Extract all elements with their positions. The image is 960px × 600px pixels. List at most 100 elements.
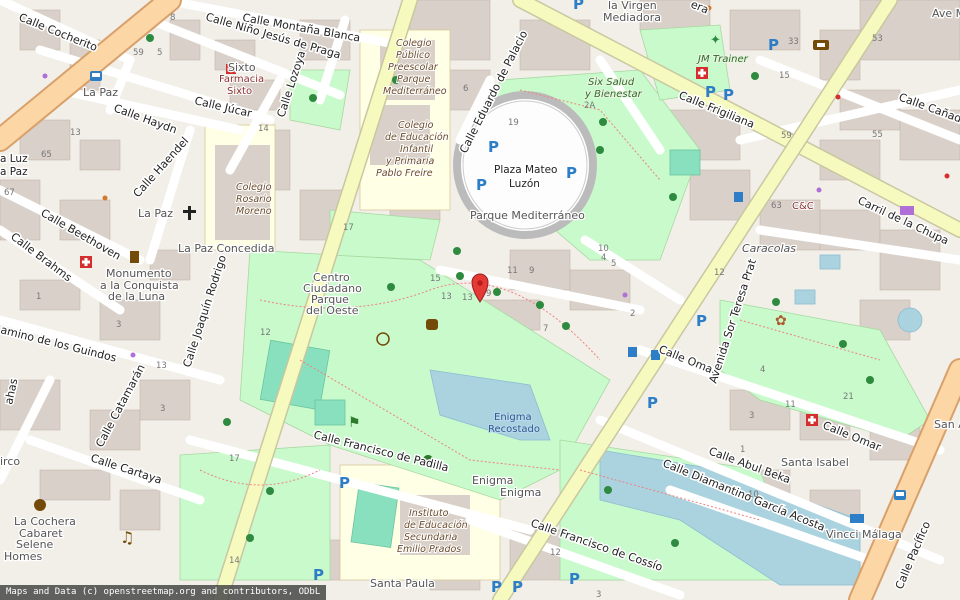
svg-text:2: 2 bbox=[630, 309, 635, 319]
svg-text:P: P bbox=[488, 138, 499, 156]
svg-text:P: P bbox=[339, 474, 350, 492]
poi-label: del Oeste bbox=[306, 304, 359, 317]
svg-text:4: 4 bbox=[760, 365, 765, 375]
svg-text:P: P bbox=[696, 312, 707, 330]
svg-text:55: 55 bbox=[872, 130, 883, 140]
svg-text:5: 5 bbox=[611, 259, 616, 269]
theatre-icon[interactable] bbox=[34, 499, 46, 511]
place-label: Enigma bbox=[494, 412, 532, 423]
place-label: a Paz bbox=[0, 166, 28, 178]
svg-text:2A: 2A bbox=[584, 101, 595, 111]
place-label: Parque Mediterráneo bbox=[470, 209, 585, 222]
map-attribution[interactable]: Maps and Data (c) openstreetmap.org and … bbox=[0, 585, 327, 600]
place-label: Recostado bbox=[488, 424, 540, 435]
svg-text:P: P bbox=[313, 566, 324, 584]
plaza-label: Plaza Mateo bbox=[494, 164, 557, 176]
svg-text:9: 9 bbox=[529, 266, 534, 276]
poi-label: Homes bbox=[4, 550, 42, 563]
bus-stop-icon[interactable] bbox=[628, 347, 637, 357]
svg-text:Colegio: Colegio bbox=[398, 120, 434, 131]
svg-text:11: 11 bbox=[785, 400, 796, 410]
poi-label: Six Salud bbox=[588, 77, 635, 88]
atm-icon[interactable] bbox=[813, 40, 829, 50]
music-icon[interactable]: ♫ bbox=[120, 528, 134, 547]
svg-text:P: P bbox=[723, 86, 734, 104]
pharmacy-icon[interactable] bbox=[696, 67, 708, 79]
monument-icon[interactable] bbox=[130, 251, 139, 263]
svg-text:P: P bbox=[491, 578, 502, 596]
svg-text:Colegio: Colegio bbox=[236, 182, 272, 193]
svg-text:8: 8 bbox=[170, 13, 175, 23]
playground-icon[interactable]: ⚑ bbox=[348, 415, 361, 431]
svg-text:3: 3 bbox=[749, 411, 754, 421]
museum-icon[interactable] bbox=[426, 319, 438, 330]
poi-label: La Paz Concedida bbox=[178, 242, 274, 255]
svg-text:9: 9 bbox=[486, 289, 491, 299]
place-label: San A bbox=[934, 418, 960, 431]
svg-text:67: 67 bbox=[4, 188, 15, 198]
place-label: a Luz bbox=[0, 153, 28, 165]
place-label: Santa Isabel bbox=[781, 456, 849, 469]
svg-text:Emilio Prados: Emilio Prados bbox=[397, 544, 461, 555]
poi-label: de la Luna bbox=[108, 290, 165, 303]
svg-text:15: 15 bbox=[430, 274, 441, 284]
poi-label: C&C bbox=[792, 201, 814, 212]
svg-text:3: 3 bbox=[596, 590, 601, 600]
svg-text:Instituto: Instituto bbox=[409, 508, 449, 519]
bus-stop-icon[interactable] bbox=[734, 192, 743, 202]
poi-label: Caracolas bbox=[742, 242, 796, 255]
svg-text:13: 13 bbox=[462, 293, 473, 303]
svg-text:de Educación: de Educación bbox=[404, 520, 468, 531]
gym-icon[interactable]: ✦ bbox=[710, 33, 721, 48]
place-label: Santa Paula bbox=[370, 577, 435, 590]
poi-label: Sixto bbox=[227, 86, 252, 97]
svg-text:Pablo Freire: Pablo Freire bbox=[376, 168, 433, 179]
school-label-rosario: Colegio Rosario Moreno bbox=[235, 181, 273, 218]
map-canvas[interactable]: ♫ ● ⚑ ✿ ✦ PPP PPP PPP PPP PP Calle Coche… bbox=[0, 0, 960, 600]
svg-text:Colegio: Colegio bbox=[396, 38, 432, 49]
svg-text:P: P bbox=[566, 164, 577, 182]
svg-text:63: 63 bbox=[771, 201, 782, 211]
svg-text:P: P bbox=[569, 570, 580, 588]
bus-stop-icon[interactable] bbox=[90, 71, 102, 81]
svg-text:✿: ✿ bbox=[775, 313, 787, 329]
map-view[interactable]: ♫ ● ⚑ ✿ ✦ PPP PPP PPP PPP PP Calle Coche… bbox=[0, 0, 960, 600]
poi-label: JM Trainer bbox=[696, 54, 749, 65]
svg-text:17: 17 bbox=[343, 223, 354, 233]
svg-text:y Primaria: y Primaria bbox=[385, 156, 435, 167]
plaza-label: Luzón bbox=[509, 178, 540, 190]
svg-text:⚑: ⚑ bbox=[348, 415, 361, 431]
poi-label: y Bienestar bbox=[584, 89, 643, 100]
svg-text:P: P bbox=[647, 394, 658, 412]
svg-text:Mediterráneo: Mediterráneo bbox=[383, 86, 447, 97]
svg-text:1: 1 bbox=[36, 292, 41, 302]
svg-text:P: P bbox=[476, 176, 487, 194]
hotel-icon[interactable] bbox=[850, 514, 864, 523]
svg-text:7: 7 bbox=[543, 324, 548, 334]
svg-text:65: 65 bbox=[41, 150, 52, 160]
pharmacy-icon[interactable] bbox=[806, 414, 818, 426]
place-label: Sixto bbox=[228, 61, 256, 74]
svg-text:19: 19 bbox=[508, 118, 519, 128]
svg-text:33: 33 bbox=[788, 37, 799, 47]
svg-text:53: 53 bbox=[872, 34, 883, 44]
svg-text:14: 14 bbox=[229, 556, 240, 566]
svg-text:10: 10 bbox=[748, 490, 759, 500]
place-label: Ave M bbox=[932, 7, 960, 20]
clothes-shop-icon[interactable]: ✿ bbox=[775, 313, 787, 329]
svg-text:Rosario: Rosario bbox=[236, 194, 272, 205]
poi-label: La Paz bbox=[83, 86, 118, 99]
svg-text:6: 6 bbox=[463, 84, 468, 94]
svg-text:59: 59 bbox=[133, 48, 144, 58]
pharmacy-icon[interactable] bbox=[80, 256, 92, 268]
svg-text:P: P bbox=[768, 36, 779, 54]
svg-text:12: 12 bbox=[714, 268, 725, 278]
svg-text:Secundaria: Secundaria bbox=[404, 532, 458, 543]
svg-text:59: 59 bbox=[781, 131, 792, 141]
place-label: Enigma bbox=[500, 486, 541, 499]
svg-text:1: 1 bbox=[740, 445, 745, 455]
bus-stop-icon[interactable] bbox=[894, 490, 906, 500]
svg-text:Público: Público bbox=[396, 50, 430, 61]
svg-text:13: 13 bbox=[70, 128, 81, 138]
svg-text:13: 13 bbox=[156, 361, 167, 371]
